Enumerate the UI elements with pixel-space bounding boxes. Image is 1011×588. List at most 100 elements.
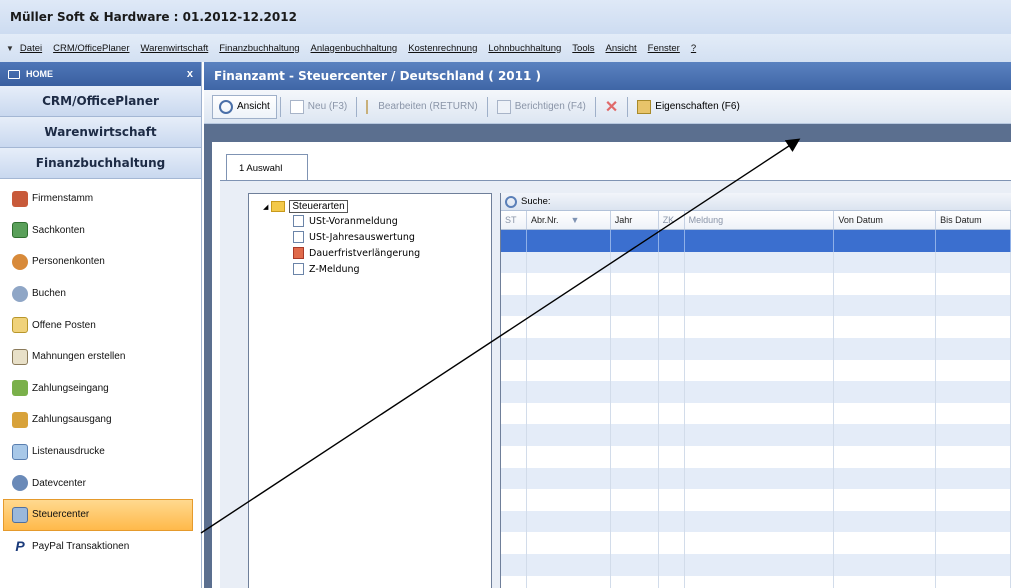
table-row[interactable]: [501, 424, 1011, 446]
table-row[interactable]: [501, 273, 1011, 295]
table-row[interactable]: [501, 294, 1011, 317]
tree-item-dauerfrist[interactable]: Dauerfristverlängerung: [263, 245, 491, 261]
table-cell: [685, 294, 835, 317]
table-row[interactable]: [501, 316, 1011, 338]
table-cell: [936, 230, 1011, 252]
form-icon: [293, 215, 304, 227]
column-von-datum[interactable]: Von Datum: [834, 211, 937, 229]
table-cell: [611, 337, 659, 360]
table-row[interactable]: [501, 445, 1011, 468]
table-row[interactable]: [501, 251, 1011, 274]
table-cell: [936, 337, 1011, 360]
neu-button[interactable]: Neu (F3): [284, 95, 353, 119]
sidebar-section-warenwirtschaft[interactable]: Warenwirtschaft: [0, 117, 201, 148]
menu-warenwirtschaft[interactable]: Warenwirtschaft: [141, 43, 209, 54]
menu-anlagenbuchhaltung[interactable]: Anlagenbuchhaltung: [311, 43, 398, 54]
table-cell: [834, 273, 937, 295]
column-zk[interactable]: ZK: [659, 211, 685, 229]
table-cell: [501, 294, 527, 317]
window-title: Müller Soft & Hardware : 01.2012-12.2012: [10, 10, 297, 24]
menu-lohnbuchhaltung[interactable]: Lohnbuchhaltung: [488, 43, 561, 54]
table-row[interactable]: [501, 337, 1011, 360]
table-row[interactable]: [501, 553, 1011, 576]
sidebar-item-listenausdrucke[interactable]: Listenausdrucke: [0, 436, 201, 468]
sidebar-list: Firmenstamm Sachkonten Personenkonten Bu…: [0, 179, 201, 562]
table-cell: [834, 316, 937, 338]
table-cell: [501, 424, 527, 446]
table-row[interactable]: [501, 230, 1011, 252]
table-cell: [611, 251, 659, 274]
table-cell: [936, 316, 1011, 338]
tree-root-label: Steuerarten: [289, 200, 348, 213]
menu-crm[interactable]: CRM/OfficePlaner: [53, 43, 129, 54]
menu-finanzbuchhaltung[interactable]: Finanzbuchhaltung: [219, 43, 299, 54]
table-row[interactable]: [501, 510, 1011, 533]
tree-item-z-meldung[interactable]: Z-Meldung: [263, 261, 491, 277]
table-row[interactable]: [501, 467, 1011, 490]
table-row[interactable]: [501, 381, 1011, 403]
column-bis-datum[interactable]: Bis Datum: [936, 211, 1011, 229]
tree-item-ust-jahresauswertung[interactable]: USt-Jahresauswertung: [263, 229, 491, 245]
menu-tools[interactable]: Tools: [572, 43, 594, 54]
paypal-icon: P: [15, 538, 25, 555]
table-cell: [936, 532, 1011, 554]
table-cell: [659, 553, 685, 576]
table-row[interactable]: [501, 532, 1011, 554]
column-jahr[interactable]: Jahr: [611, 211, 659, 229]
berichtigen-button[interactable]: Berichtigen (F4): [491, 95, 592, 119]
menu-kostenrechnung[interactable]: Kostenrechnung: [408, 43, 477, 54]
table-cell: [659, 402, 685, 425]
menu-help[interactable]: ?: [691, 43, 696, 54]
sidebar-item-personenkonten[interactable]: Personenkonten: [0, 246, 201, 278]
table-cell: [685, 359, 835, 382]
sidebar-item-paypal[interactable]: P PayPal Transaktionen: [0, 531, 201, 563]
search-bar[interactable]: Suche:: [501, 193, 1011, 211]
table-row[interactable]: [501, 402, 1011, 425]
column-meldung[interactable]: Meldung: [685, 211, 835, 229]
sidebar-item-steuercenter[interactable]: Steuercenter: [3, 498, 193, 531]
delete-button[interactable]: ✕: [599, 95, 624, 119]
tax-center-icon: [12, 506, 28, 523]
tree-root[interactable]: ◢ Steuerarten: [263, 200, 491, 213]
sidebar-item-sachkonten[interactable]: Sachkonten: [0, 215, 201, 247]
menu-fenster[interactable]: Fenster: [648, 43, 680, 54]
sidebar-item-zahlungseingang[interactable]: Zahlungseingang: [0, 373, 201, 405]
table-row[interactable]: [501, 489, 1011, 511]
menu-dropdown-icon[interactable]: ▼: [6, 44, 14, 53]
print-list-icon: [12, 443, 28, 460]
table-cell: [685, 510, 835, 533]
table-cell: [936, 381, 1011, 403]
eigenschaften-button[interactable]: Eigenschaften (F6): [631, 95, 746, 119]
table-row[interactable]: [501, 359, 1011, 382]
table-cell: [611, 381, 659, 403]
table-cell: [936, 510, 1011, 533]
expand-arrow-icon[interactable]: ◢: [263, 203, 268, 211]
ledger-icon: [12, 222, 28, 239]
table-cell: [659, 467, 685, 490]
sidebar-item-datevcenter[interactable]: Datevcenter: [0, 467, 201, 499]
table-cell: [834, 337, 937, 360]
menu-datei[interactable]: Datei: [20, 43, 42, 54]
sidebar-item-zahlungsausgang[interactable]: Zahlungsausgang: [0, 404, 201, 436]
sidebar-item-firmenstamm[interactable]: Firmenstamm: [0, 183, 201, 215]
tab-auswahl[interactable]: 1 Auswahl: [226, 154, 308, 181]
column-st[interactable]: ST: [501, 211, 527, 229]
column-abr-nr[interactable]: Abr.Nr. ▼: [527, 211, 611, 229]
ansicht-button[interactable]: Ansicht: [212, 94, 277, 119]
close-icon[interactable]: x: [187, 68, 193, 80]
sidebar-section-finanzbuchhaltung[interactable]: Finanzbuchhaltung: [0, 148, 201, 179]
sidebar-item-mahnungen[interactable]: Mahnungen erstellen: [0, 341, 201, 373]
bearbeiten-button[interactable]: Bearbeiten (RETURN): [360, 95, 483, 119]
sidebar-item-offene-posten[interactable]: Offene Posten: [0, 309, 201, 341]
tree-item-ust-voranmeldung[interactable]: USt-Voranmeldung: [263, 213, 491, 229]
table-cell: [501, 489, 527, 511]
table-cell: [834, 445, 937, 468]
sidebar-section-crm[interactable]: CRM/OfficePlaner: [0, 86, 201, 117]
table-cell: [611, 273, 659, 295]
menu-ansicht[interactable]: Ansicht: [605, 43, 636, 54]
table-cell: [936, 294, 1011, 317]
table-row[interactable]: [501, 575, 1011, 588]
sidebar-item-buchen[interactable]: Buchen: [0, 278, 201, 310]
table-cell: [685, 445, 835, 468]
table-cell: [501, 445, 527, 468]
